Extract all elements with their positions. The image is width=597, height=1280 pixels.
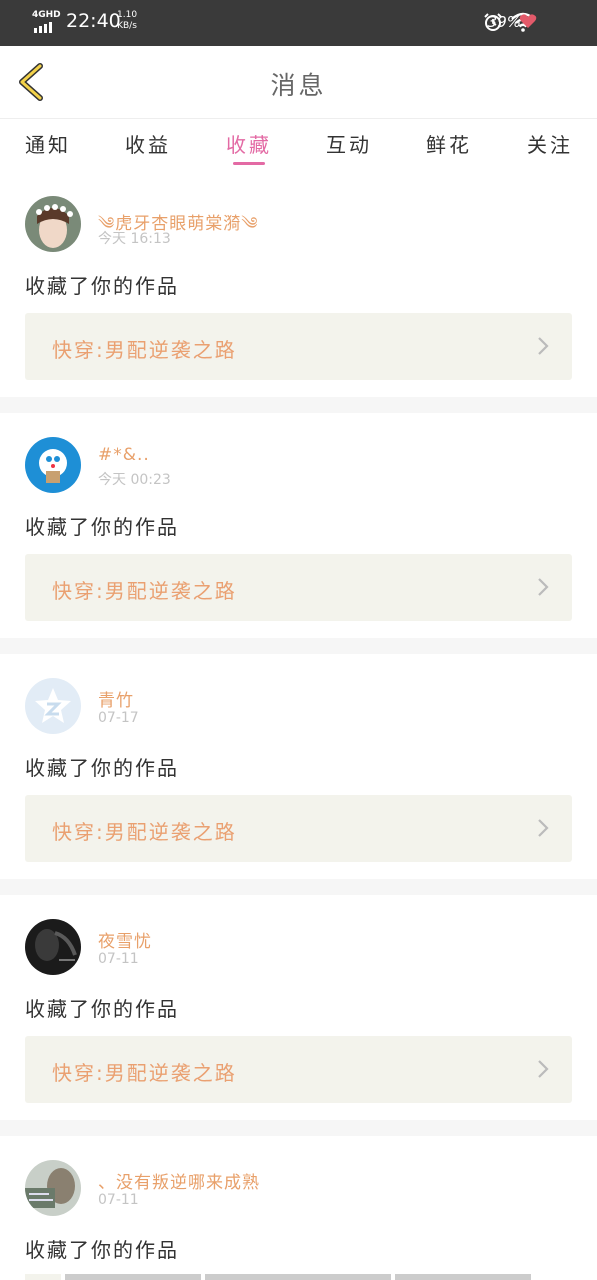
message-card: 青竹 07-17 收藏了你的作品 快穿:男配逆袭之路 bbox=[0, 654, 597, 878]
tab-favorites[interactable]: 收藏 bbox=[226, 129, 272, 158]
avatar[interactable] bbox=[25, 196, 81, 252]
battery-heart-icon bbox=[519, 14, 537, 28]
message-card: ༄虎牙杏眼萌棠漪༄ 今天 16:13 收藏了你的作品 快穿:男配逆袭之路 bbox=[0, 170, 597, 396]
active-tab-indicator bbox=[233, 162, 265, 165]
clock: 22:40 bbox=[66, 10, 121, 32]
work-title: 快穿:男配逆袭之路 bbox=[52, 1061, 237, 1085]
message-time: 07-17 bbox=[98, 710, 139, 726]
message-time: 今天 00:23 bbox=[98, 472, 171, 488]
divider bbox=[0, 1120, 597, 1136]
app-header: 消息 bbox=[0, 46, 597, 118]
chevron-right-icon bbox=[538, 578, 549, 596]
message-time: 今天 16:13 bbox=[98, 231, 171, 247]
work-link[interactable]: 快穿:男配逆袭之路 bbox=[25, 795, 572, 862]
tab-bar: 通知 收益 收藏 互动 鲜花 关注 bbox=[0, 118, 597, 169]
chevron-right-icon bbox=[538, 1060, 549, 1078]
chevron-right-icon bbox=[538, 819, 549, 837]
work-link[interactable]: 快穿:男配逆袭之路 bbox=[25, 554, 572, 621]
divider bbox=[0, 638, 597, 654]
work-link[interactable]: 快穿:男配逆袭之路 bbox=[25, 1036, 572, 1103]
chevron-right-icon bbox=[538, 337, 549, 355]
avatar[interactable] bbox=[25, 919, 81, 975]
message-card: 、没有叛逆哪来成熟 07-11 收藏了你的作品 bbox=[0, 1136, 597, 1280]
tab-earnings[interactable]: 收益 bbox=[125, 129, 171, 158]
message-text: 收藏了你的作品 bbox=[25, 274, 179, 298]
message-time: 07-11 bbox=[98, 951, 139, 967]
signal-bars-icon bbox=[34, 22, 52, 33]
work-title: 快穿:男配逆袭之路 bbox=[52, 338, 237, 362]
username[interactable]: #*&.. bbox=[98, 445, 150, 465]
avatar[interactable] bbox=[25, 437, 81, 493]
message-text: 收藏了你的作品 bbox=[25, 1238, 179, 1262]
divider bbox=[0, 397, 597, 413]
tab-interaction[interactable]: 互动 bbox=[326, 129, 372, 158]
battery-level: 39% bbox=[487, 13, 521, 31]
avatar[interactable] bbox=[25, 678, 81, 734]
message-text: 收藏了你的作品 bbox=[25, 997, 179, 1021]
avatar[interactable] bbox=[25, 1160, 81, 1216]
work-title: 快穿:男配逆袭之路 bbox=[52, 820, 237, 844]
network-type: 4GHD bbox=[32, 10, 61, 20]
next-card-preview bbox=[25, 1274, 572, 1280]
message-card: 夜雪忧 07-11 收藏了你的作品 快穿:男配逆袭之路 bbox=[0, 895, 597, 1119]
tab-flowers[interactable]: 鲜花 bbox=[426, 129, 472, 158]
username[interactable]: 青竹 bbox=[98, 686, 134, 711]
username[interactable]: 夜雪忧 bbox=[98, 927, 152, 952]
tab-follow[interactable]: 关注 bbox=[527, 129, 573, 158]
tab-notification[interactable]: 通知 bbox=[25, 129, 71, 158]
divider bbox=[0, 879, 597, 895]
message-time: 07-11 bbox=[98, 1192, 139, 1208]
message-text: 收藏了你的作品 bbox=[25, 756, 179, 780]
work-title: 快穿:男配逆袭之路 bbox=[52, 579, 237, 603]
network-speed: 1.10 KB/s bbox=[117, 10, 138, 31]
username[interactable]: 、没有叛逆哪来成熟 bbox=[98, 1168, 260, 1193]
work-link[interactable]: 快穿:男配逆袭之路 bbox=[25, 313, 572, 380]
message-text: 收藏了你的作品 bbox=[25, 515, 179, 539]
page-title: 消息 bbox=[270, 71, 327, 100]
message-card: #*&.. 今天 00:23 收藏了你的作品 快穿:男配逆袭之路 bbox=[0, 413, 597, 637]
status-bar: 4GHD 22:40 1.10 KB/s 39% bbox=[0, 0, 597, 46]
